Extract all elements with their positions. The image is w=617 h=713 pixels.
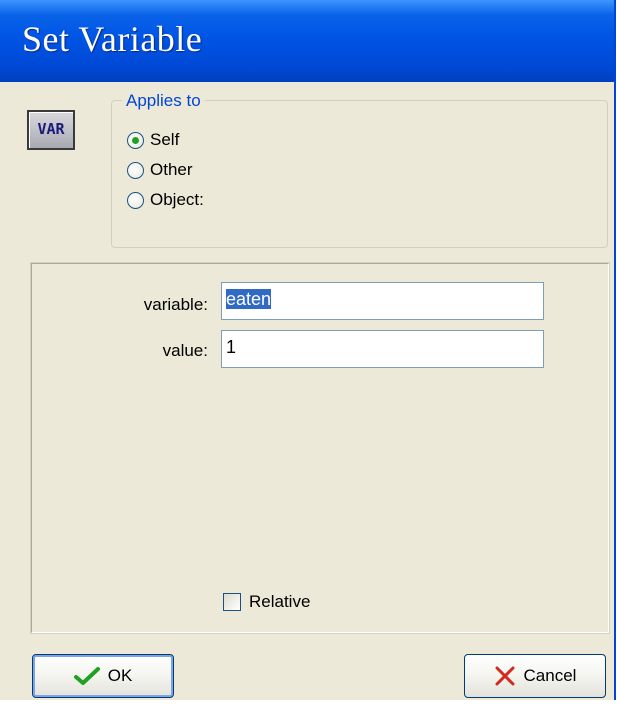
window-title: Set Variable: [22, 19, 203, 59]
radio-other-label[interactable]: Other: [150, 160, 193, 180]
radio-object-label[interactable]: Object:: [150, 190, 204, 210]
title-bar[interactable]: Set Variable: [0, 0, 614, 82]
relative-label[interactable]: Relative: [249, 592, 310, 612]
relative-checkbox[interactable]: [223, 593, 241, 611]
variable-label: variable:: [143, 295, 208, 314]
radio-other-button[interactable]: [127, 161, 144, 179]
cancel-label: Cancel: [523, 666, 577, 685]
value-input[interactable]: 1: [221, 330, 544, 368]
checkmark-icon: [73, 666, 100, 686]
set-variable-dialog: Set Variable VAR Applies to Self Other O…: [0, 0, 616, 700]
variable-input[interactable]: eaten: [221, 282, 544, 320]
radio-self-label[interactable]: Self: [150, 130, 179, 150]
ok-label: OK: [107, 666, 133, 685]
cancel-button[interactable]: Cancel: [464, 654, 606, 698]
var-action-icon: VAR: [27, 110, 75, 150]
applies-to-legend: Applies to: [122, 91, 205, 111]
value-label: value:: [162, 341, 208, 360]
radio-object[interactable]: Object:: [127, 188, 204, 212]
radio-self[interactable]: Self: [127, 128, 179, 152]
relative-checkbox-row[interactable]: Relative: [223, 592, 310, 612]
radio-object-button[interactable]: [127, 191, 144, 209]
variable-input-value: eaten: [226, 289, 272, 309]
radio-other[interactable]: Other: [127, 158, 193, 182]
close-icon: [494, 665, 516, 687]
ok-button[interactable]: OK: [32, 654, 174, 698]
radio-self-button[interactable]: [127, 131, 144, 149]
